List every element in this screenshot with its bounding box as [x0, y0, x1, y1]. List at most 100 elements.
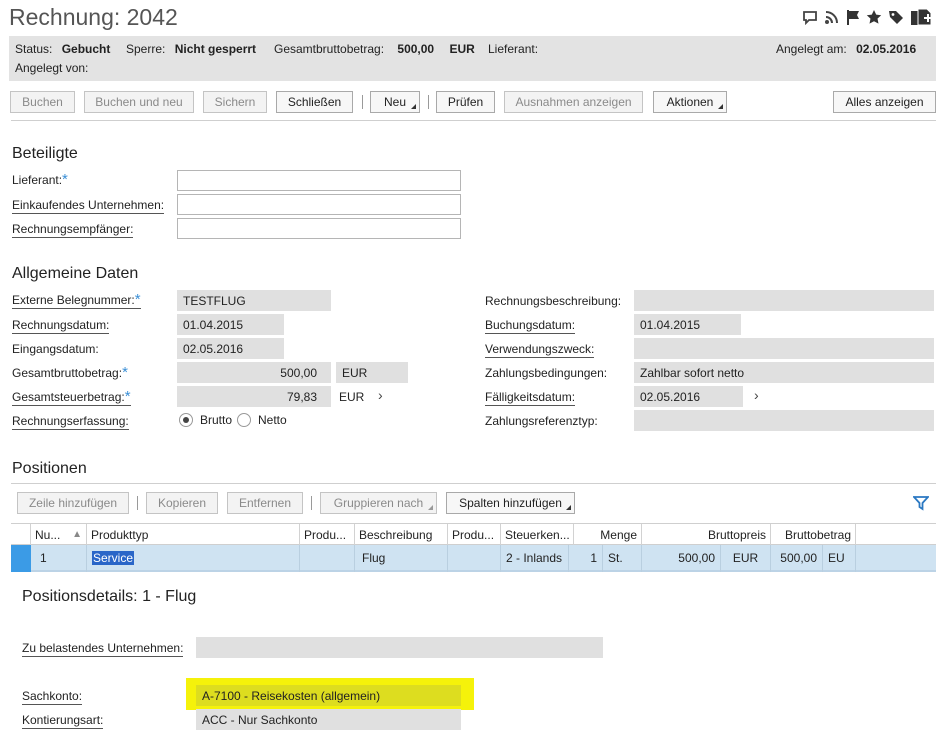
zu-belastendes-unternehmen-field[interactable] [196, 637, 603, 658]
brutto-radio-label: Brutto [200, 413, 233, 427]
toolbar-separator [137, 496, 138, 510]
gesamt-value: 500,00 [397, 42, 435, 56]
cell-produkttyp[interactable]: Service [87, 545, 300, 572]
column-header[interactable]: Menge [574, 524, 642, 546]
cell-nr: 1 [31, 545, 87, 572]
kontierungsart-field[interactable]: ACC - Nur Sachkonto [196, 709, 461, 730]
column-header[interactable]: Produkttyp [87, 524, 300, 546]
menu-arrow-icon [718, 104, 723, 109]
pruefen-button[interactable]: Prüfen [436, 91, 495, 113]
star-icon[interactable] [866, 9, 882, 25]
netto-radio[interactable] [237, 413, 251, 427]
spalten-hinzufuegen-button[interactable]: Spalten hinzufügen [446, 492, 575, 514]
faelligkeitsdatum-label: Fälligkeitsdatum: [485, 390, 576, 406]
column-header[interactable]: Nu... ▲ [31, 524, 87, 546]
required-icon: * [62, 171, 68, 188]
cell-bruttopreis: 500,00 [642, 545, 721, 572]
schliessen-button[interactable]: Schließen [276, 91, 353, 113]
status-bar: Status: Gebucht Sperre: Nicht gesperrt G… [9, 36, 936, 81]
externe-belegnummer-label: Externe Belegnummer:* [12, 291, 141, 309]
buchen-button[interactable]: Buchen [10, 91, 75, 113]
menu-arrow-icon [411, 104, 416, 109]
zahlungsbedingungen-label: Zahlungsbedingungen: [485, 366, 608, 380]
column-header[interactable]: Beschreibung [355, 524, 448, 546]
buchen-und-neu-button[interactable]: Buchen und neu [84, 91, 194, 113]
column-header[interactable]: Produ... [300, 524, 355, 546]
required-icon: * [122, 364, 128, 381]
zahlungsreferenztyp-field[interactable] [634, 410, 934, 431]
toolbar-separator [428, 95, 429, 109]
angelegt-am-label: Angelegt am: [776, 42, 847, 56]
chat-icon[interactable] [802, 9, 818, 25]
gesamtbruttobetrag-currency[interactable]: EUR [336, 362, 408, 383]
gruppieren-nach-button[interactable]: Gruppieren nach [320, 492, 437, 514]
tag-icon[interactable] [888, 9, 904, 25]
cell-beschreibung: Flug [355, 545, 448, 572]
spalten-label: Spalten hinzufügen [459, 496, 562, 510]
row-selector-header[interactable] [11, 524, 31, 546]
zeile-hinzufuegen-button[interactable]: Zeile hinzufügen [17, 492, 129, 514]
gesamtsteuerbetrag-field[interactable]: 79,83 [177, 386, 331, 407]
menu-arrow-icon [566, 505, 571, 510]
cell-einheit: St. [603, 545, 642, 572]
flag-icon[interactable] [846, 9, 860, 25]
header-icons [802, 8, 936, 26]
sachkonto-label: Sachkonto: [22, 689, 83, 705]
rechnungsdatum-field[interactable]: 01.04.2015 [177, 314, 284, 335]
toolbar-separator [311, 496, 312, 510]
lieferant-status-label: Lieferant: [488, 42, 539, 56]
alles-anzeigen-button[interactable]: Alles anzeigen [833, 91, 936, 113]
add-document-icon[interactable] [910, 8, 936, 26]
divider [11, 483, 936, 484]
verwendungszweck-field[interactable] [634, 338, 934, 359]
sort-up-icon: ▲ [72, 529, 82, 540]
sichern-button[interactable]: Sichern [203, 91, 267, 113]
menu-arrow-icon [428, 505, 433, 510]
cell-bruttobetrag: 500,00 [771, 545, 823, 572]
entfernen-button[interactable]: Entfernen [227, 492, 303, 514]
gesamt-label: Gesamtbruttobetrag: [274, 42, 385, 56]
filter-icon[interactable] [911, 495, 931, 514]
buchungsdatum-field[interactable]: 01.04.2015 [634, 314, 741, 335]
gruppieren-label: Gruppieren nach [333, 496, 424, 510]
zahlungsbedingungen-field[interactable]: Zahlbar sofort netto [634, 362, 934, 383]
faelligkeitsdatum-field[interactable]: 02.05.2016 [634, 386, 743, 407]
column-header[interactable]: Bruttobetrag [771, 524, 856, 546]
cell-bruttobetrag-currency: EU [823, 545, 856, 572]
einkaufendes-unternehmen-input[interactable] [177, 194, 461, 215]
gesamtbruttobetrag-field[interactable]: 500,00 [177, 362, 331, 383]
aktionen-button[interactable]: Aktionen [653, 91, 727, 113]
kopieren-button[interactable]: Kopieren [146, 492, 218, 514]
gesamt-currency: EUR [449, 42, 475, 56]
lieferant-input[interactable] [177, 170, 461, 191]
rechnungsbeschreibung-label: Rechnungsbeschreibung: [485, 294, 622, 308]
buchungsdatum-label: Buchungsdatum: [485, 318, 576, 334]
rechnungsempfaenger-input[interactable] [177, 218, 461, 239]
eingangsdatum-field[interactable]: 02.05.2016 [177, 338, 284, 359]
rechnungsbeschreibung-field[interactable] [634, 290, 934, 311]
cell-steuerkennzeichen: 2 - Inlands [501, 545, 569, 572]
netto-radio-label: Netto [258, 413, 287, 427]
rss-icon[interactable] [824, 9, 840, 25]
row-selector[interactable] [11, 545, 31, 572]
eingangsdatum-label: Eingangsdatum: [12, 342, 99, 356]
neu-button[interactable]: Neu [370, 91, 420, 113]
chevron-right-icon[interactable]: › [378, 387, 383, 403]
zu-belastendes-unternehmen-label: Zu belastendes Unternehmen: [22, 641, 184, 657]
brutto-radio[interactable] [179, 413, 193, 427]
chevron-right-icon[interactable]: › [754, 387, 759, 403]
sachkonto-field[interactable]: A-7100 - Reisekosten (allgemein) [196, 685, 461, 706]
column-header[interactable]: Steuerken... [501, 524, 574, 546]
allgemeine-daten-heading: Allgemeine Daten [12, 265, 139, 282]
positionen-heading: Positionen [12, 460, 87, 477]
ausnahmen-anzeigen-button[interactable]: Ausnahmen anzeigen [504, 91, 643, 113]
externe-belegnummer-field[interactable]: TESTFLUG [177, 290, 331, 311]
table-row[interactable]: 1 Service Flug 2 - Inlands 1 St. 500,00 … [11, 545, 936, 572]
column-header[interactable]: Bruttopreis [642, 524, 771, 546]
positionsdetails-heading: Positionsdetails: 1 - Flug [22, 588, 197, 605]
status-label: Status: [15, 42, 53, 56]
sperre-value: Nicht gesperrt [174, 42, 257, 56]
column-header[interactable]: Produ... [448, 524, 501, 546]
cell-menge: 1 [569, 545, 603, 572]
page-title: Rechnung: 2042 [9, 4, 178, 30]
